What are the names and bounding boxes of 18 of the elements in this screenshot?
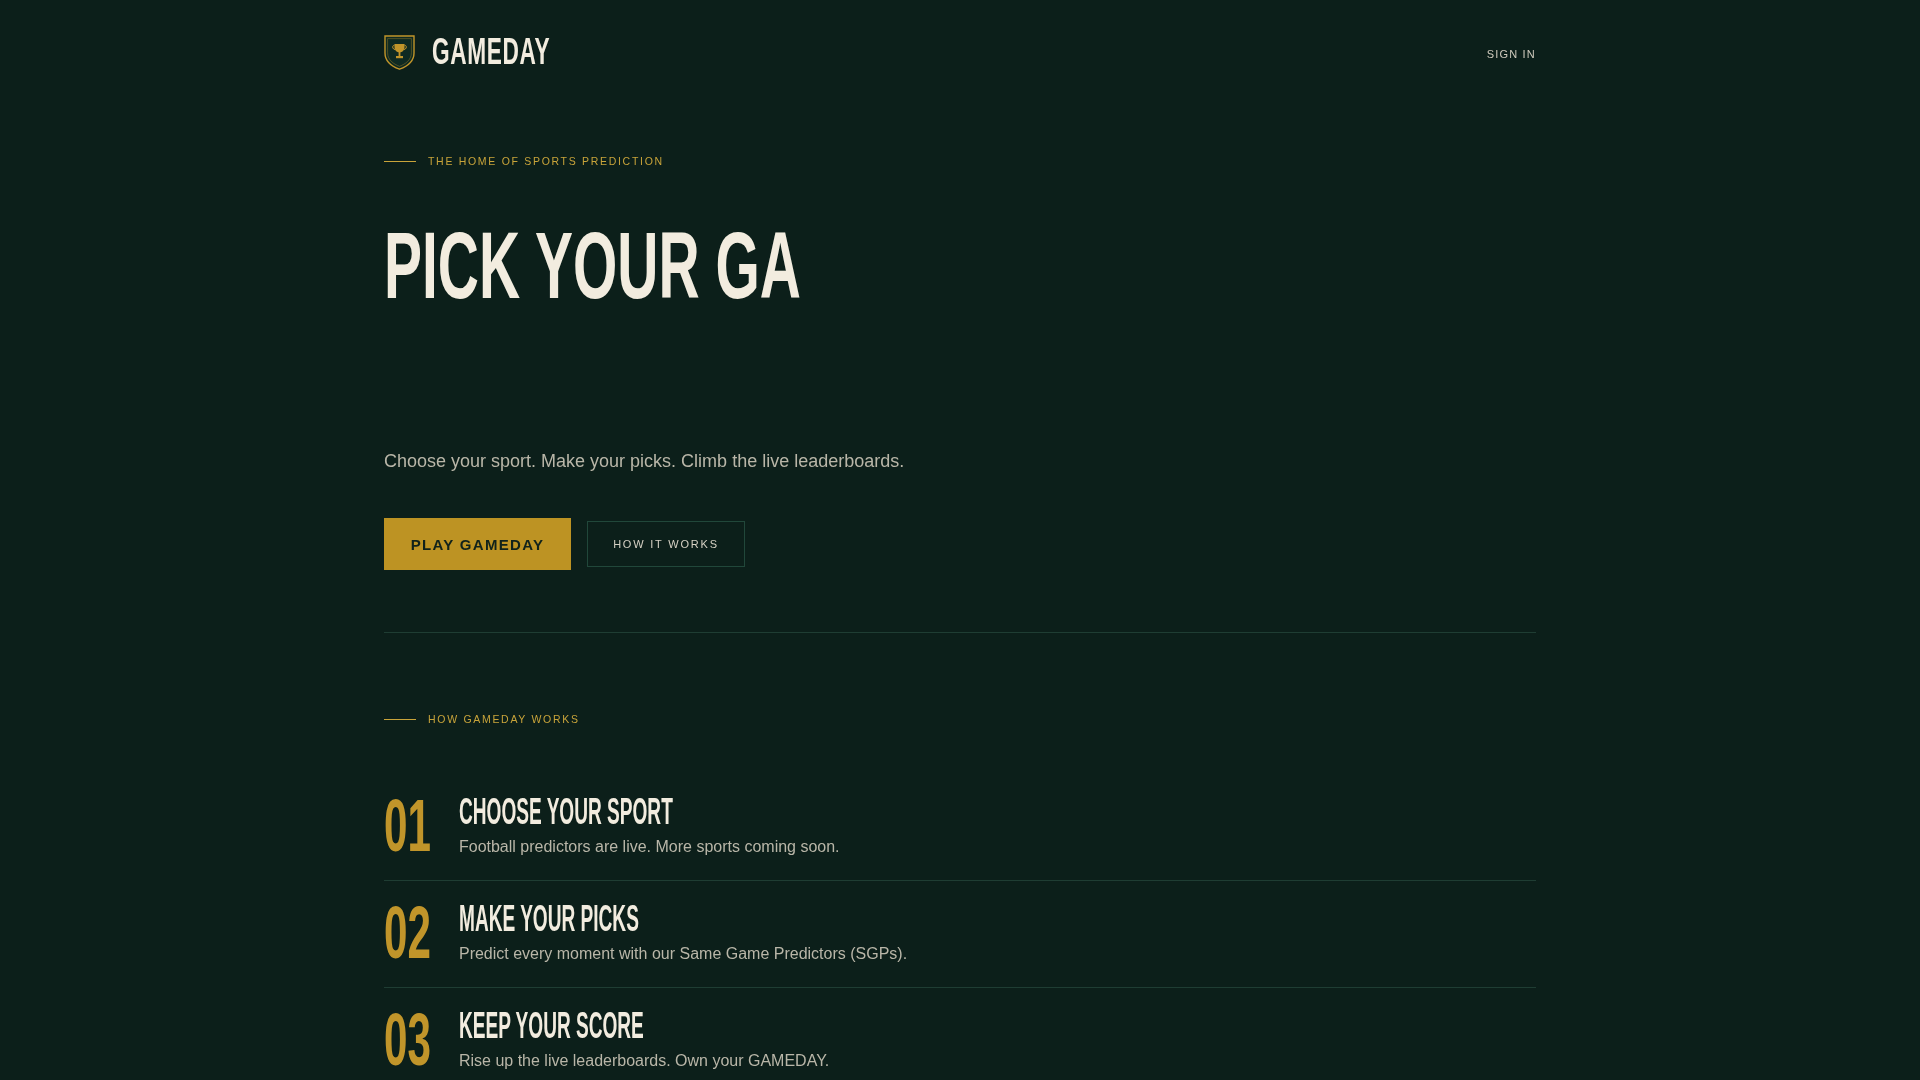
step-number: 01 (384, 789, 431, 863)
step-number: 02 (384, 896, 431, 970)
how-it-works-button[interactable]: HOW IT WORKS (587, 521, 745, 567)
step-title: MAKE YOUR PICKS (458, 901, 639, 937)
step-title: KEEP YOUR SCORE (458, 1008, 644, 1044)
hero-headline: PICK YOUR GA (384, 218, 801, 313)
play-button[interactable]: PLAY GAMEDAY (384, 518, 571, 570)
step-description: Predict every moment with our Same Game Predictors (SGPs). (458, 944, 908, 964)
section-eyebrow: HOW GAMEDAY WORKS (428, 712, 580, 726)
brand-name: GAMEDAY (432, 34, 551, 70)
step-title: CHOOSE YOUR SPORT (458, 794, 673, 830)
step-description: Football predictors are live. More sports coming soon. (458, 837, 840, 857)
sign-in-link[interactable]: SIGN IN (1486, 48, 1536, 60)
shield-trophy-icon (384, 34, 415, 70)
step-description: Rise up the live leaderboards. Own your GAMEDAY. (458, 1051, 830, 1071)
step-number: 03 (384, 1003, 431, 1077)
hero-subtitle: Choose your sport. Make your picks. Climb the live leaderboards. (384, 450, 906, 473)
eyebrow-text: THE HOME OF SPORTS PREDICTION (428, 154, 664, 168)
